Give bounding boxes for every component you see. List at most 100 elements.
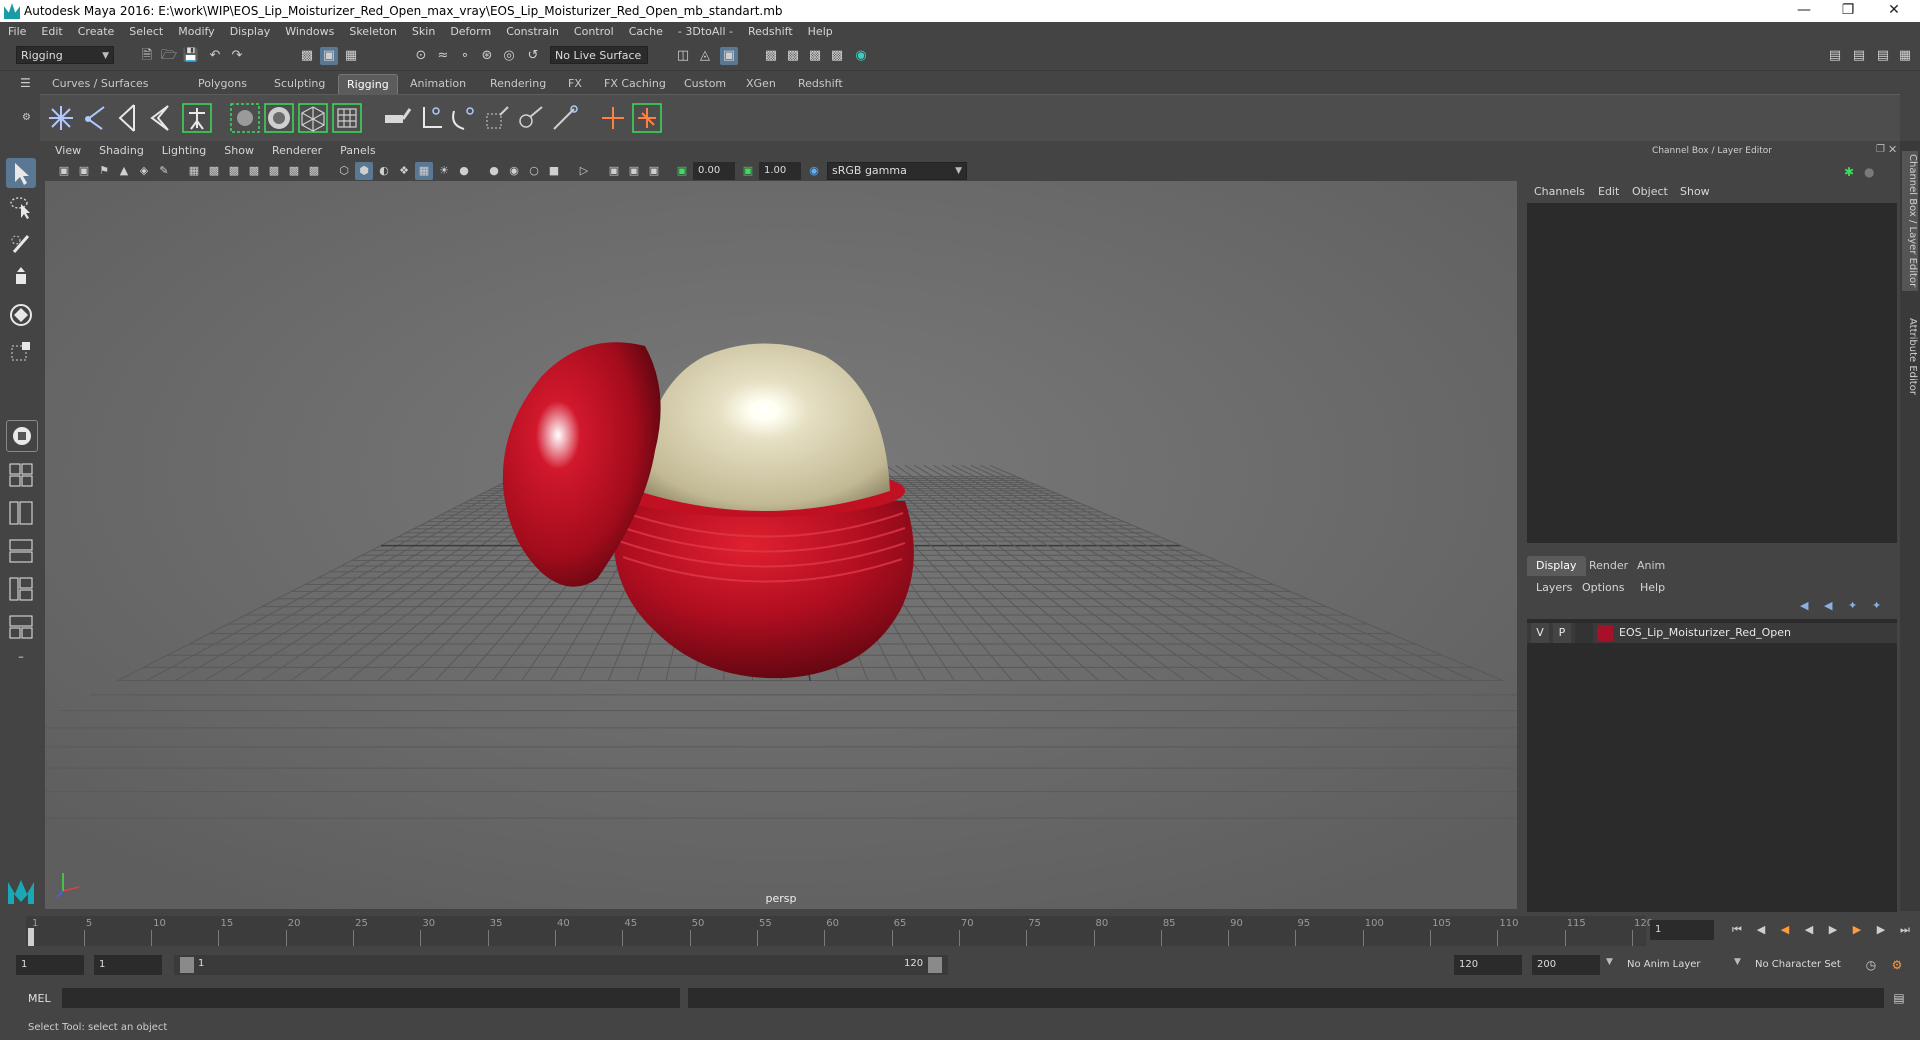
construction-history-icon[interactable]: ▣ — [720, 47, 738, 65]
snap-live-icon[interactable]: ◎ — [500, 47, 518, 65]
channel-box-sync-icon[interactable]: ✱ — [1844, 165, 1854, 179]
menu-select[interactable]: Select — [121, 22, 170, 38]
outliner-persp-layout-icon[interactable] — [6, 612, 36, 642]
live-surface-field[interactable]: No Live Surface — [550, 46, 648, 64]
menu-constrain[interactable]: Constrain — [498, 22, 566, 38]
quick-rig-icon[interactable] — [180, 101, 214, 135]
close-panel-icon[interactable]: ✕ — [1888, 143, 1897, 156]
tab-display[interactable]: Display — [1527, 556, 1586, 576]
menu-display[interactable]: Display — [222, 22, 278, 38]
lasso-tool-icon[interactable] — [6, 192, 36, 222]
new-scene-icon[interactable]: 🗎 — [138, 47, 156, 65]
layouts-menu-icon[interactable]: – — [6, 650, 36, 670]
tab-fx[interactable]: FX — [560, 74, 590, 94]
layer-color-swatch[interactable] — [1597, 625, 1613, 641]
shelf-settings-icon[interactable]: ⚙ — [22, 112, 32, 123]
workspace-icon[interactable]: ▤ — [1826, 47, 1844, 65]
undo-icon[interactable]: ↶ — [206, 47, 224, 65]
tab-rendering[interactable]: Rendering — [482, 74, 554, 94]
layer-type-toggle[interactable] — [1575, 623, 1593, 643]
safe-title-icon[interactable]: ▩ — [305, 162, 323, 180]
parent-constraint-icon[interactable] — [630, 101, 664, 135]
layer-menu-help[interactable]: Help — [1640, 581, 1665, 594]
xray-icon[interactable]: ■ — [545, 162, 563, 180]
colorspace-dropdown[interactable]: sRGB gamma ▼ — [827, 162, 967, 180]
tab-attribute-editor[interactable]: Attribute Editor — [1902, 311, 1918, 401]
tab-sculpting[interactable]: Sculpting — [266, 74, 333, 94]
layer-playback-toggle[interactable]: P — [1553, 623, 1571, 643]
channel-box-toggle-icon[interactable]: ▦ — [1896, 47, 1914, 65]
gamma-field[interactable]: 1.00 — [759, 162, 801, 180]
exposure-field[interactable]: 0.00 — [693, 162, 735, 180]
mirror-joint-icon[interactable] — [446, 101, 480, 135]
maya-home-icon[interactable] — [6, 876, 36, 906]
menu-modify[interactable]: Modify — [170, 22, 221, 38]
viewport-menu-renderer[interactable]: Renderer — [262, 141, 330, 157]
ik-spline-icon[interactable] — [144, 101, 178, 135]
bind-skin-icon[interactable] — [228, 101, 262, 135]
resolution-gate-icon[interactable]: ▩ — [225, 162, 243, 180]
viewport-menu-show[interactable]: Show — [214, 141, 262, 157]
menu-control[interactable]: Control — [566, 22, 621, 38]
restore-button[interactable]: ❐ — [1828, 2, 1868, 18]
animation-start-field[interactable]: 1 — [16, 955, 84, 975]
menu-windows[interactable]: Windows — [277, 22, 341, 38]
save-scene-icon[interactable]: 💾 — [182, 47, 200, 65]
mirror-skin-weights-icon[interactable] — [480, 101, 514, 135]
menu-help[interactable]: Help — [800, 22, 840, 38]
select-component-icon[interactable]: ▦ — [342, 47, 360, 65]
time-slider-track[interactable]: 1 5 10 15 20 25 30 35 40 45 50 55 60 65 70 75 80 85 90 95 10… — [26, 916, 1653, 946]
viewport-scene[interactable] — [45, 181, 1517, 909]
animation-end-field[interactable]: 200 — [1532, 955, 1600, 975]
camera-select-icon[interactable]: ▣ — [55, 162, 73, 180]
copy-skin-weights-icon[interactable] — [514, 101, 548, 135]
input-ops-icon[interactable]: ◫ — [674, 47, 692, 65]
prune-weights-icon[interactable] — [548, 101, 582, 135]
bookmark-icon[interactable]: ⚑ — [95, 162, 113, 180]
chevron-down-icon[interactable]: ▼ — [1606, 957, 1613, 967]
move-layer-down-icon[interactable]: ◀ — [1824, 599, 1832, 612]
depth-of-field-icon[interactable]: ○ — [525, 162, 543, 180]
menu-skin[interactable]: Skin — [404, 22, 442, 38]
layer-menu-layers[interactable]: Layers — [1536, 581, 1572, 594]
wireframe-icon[interactable]: ⬡ — [335, 162, 353, 180]
viewport-menu-view[interactable]: View — [45, 141, 89, 157]
shelf-menu-icon[interactable]: ☰ — [20, 76, 34, 90]
cb-menu-edit[interactable]: Edit — [1598, 185, 1619, 198]
render-settings-icon[interactable]: ▩ — [806, 47, 824, 65]
animation-preferences-icon[interactable]: ⚙ — [1888, 956, 1906, 974]
select-object-icon[interactable]: ▣ — [320, 47, 338, 65]
step-back-key-icon[interactable]: ◀ — [1776, 921, 1794, 939]
select-hierarchy-icon[interactable]: ▩ — [298, 47, 316, 65]
four-view-layout-icon[interactable] — [6, 460, 36, 490]
snap-curve-icon[interactable]: ≈ — [434, 47, 452, 65]
play-backwards-icon[interactable]: ◀ — [1800, 921, 1818, 939]
viewport-menu-shading[interactable]: Shading — [89, 141, 152, 157]
grid-toggle-icon[interactable]: ▦ — [185, 162, 203, 180]
hypershade-icon[interactable]: ▩ — [828, 47, 846, 65]
persp-graph-layout-icon[interactable] — [6, 536, 36, 566]
persp-hypershade-layout-icon[interactable] — [6, 574, 36, 604]
channel-box-panel[interactable] — [1527, 203, 1897, 543]
tab-animation[interactable]: Animation — [402, 74, 474, 94]
viewport-menu-panels[interactable]: Panels — [330, 141, 383, 157]
redshift-render-icon[interactable]: ◉ — [852, 47, 870, 65]
auto-key-icon[interactable]: ◷ — [1862, 956, 1880, 974]
range-start-handle[interactable] — [180, 957, 194, 973]
snap-grid-icon[interactable]: ⊙ — [412, 47, 430, 65]
textured-icon[interactable]: ❖ — [395, 162, 413, 180]
paint-select-tool-icon[interactable] — [6, 228, 36, 258]
tab-fx-caching[interactable]: FX Caching — [596, 74, 674, 94]
go-to-end-icon[interactable]: ⏭ — [1896, 921, 1914, 939]
cb-menu-channels[interactable]: Channels — [1534, 185, 1585, 198]
cb-menu-show[interactable]: Show — [1680, 185, 1710, 198]
menu-edit[interactable]: Edit — [33, 22, 69, 38]
tab-redshift[interactable]: Redshift — [790, 74, 851, 94]
layer-name[interactable]: EOS_Lip_Moisturizer_Red_Open — [1619, 623, 1791, 643]
move-tool-icon[interactable] — [6, 264, 36, 294]
play-forwards-icon[interactable]: ▶ — [1824, 921, 1842, 939]
snap-together-icon[interactable]: ↺ — [524, 47, 542, 65]
current-frame-marker[interactable] — [28, 928, 34, 946]
film-gate-icon[interactable]: ▩ — [205, 162, 223, 180]
multisample-aa-icon[interactable]: ◉ — [505, 162, 523, 180]
